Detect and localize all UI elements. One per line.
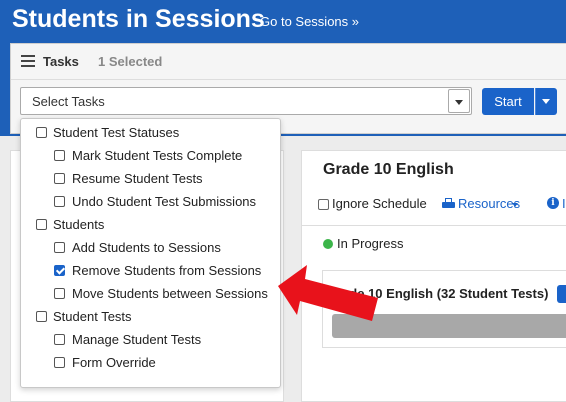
option-checkbox-manage-student-tests[interactable] xyxy=(54,334,65,345)
tasks-title: Tasks xyxy=(43,54,79,69)
option-checkbox-resume-student-tests[interactable] xyxy=(54,173,65,184)
option-move-students-between-sessions[interactable]: Move Students between Sessions xyxy=(72,286,268,301)
group-checkbox-students[interactable] xyxy=(36,219,47,230)
divider xyxy=(301,225,566,226)
list-icon xyxy=(21,55,35,67)
info-circle-icon[interactable]: i xyxy=(547,197,559,209)
printer-icon[interactable] xyxy=(442,198,455,209)
page-title: Students in Sessions xyxy=(12,5,265,33)
select-tasks-placeholder: Select Tasks xyxy=(32,94,105,109)
info-link-text[interactable]: I xyxy=(562,196,566,211)
option-remove-students-from-sessions[interactable]: Remove Students from Sessions xyxy=(72,263,261,278)
annotation-arrow-shape xyxy=(278,265,378,321)
select-tasks-toggle[interactable] xyxy=(448,89,470,113)
chevron-down-icon[interactable] xyxy=(512,203,518,207)
option-mark-student-tests-complete[interactable]: Mark Student Tests Complete xyxy=(72,148,242,163)
start-button[interactable]: Start xyxy=(482,88,534,115)
option-undo-student-test-submissions[interactable]: Undo Student Test Submissions xyxy=(72,194,256,209)
option-resume-student-tests[interactable]: Resume Student Tests xyxy=(72,171,203,186)
group-checkbox-student-test-statuses[interactable] xyxy=(36,127,47,138)
group-checkbox-student-tests[interactable] xyxy=(36,311,47,322)
option-checkbox-add-students-to-sessions[interactable] xyxy=(54,242,65,253)
group-label-students[interactable]: Students xyxy=(53,217,104,232)
status-dot-icon xyxy=(323,239,333,249)
select-tasks-menu: Student Test Statuses Mark Student Tests… xyxy=(20,118,281,388)
resources-link[interactable]: Resources xyxy=(458,196,520,211)
option-checkbox-undo-student-test-submissions[interactable] xyxy=(54,196,65,207)
option-checkbox-move-students-between-sessions[interactable] xyxy=(54,288,65,299)
red-arrow-icon xyxy=(278,265,378,321)
option-checkbox-form-override[interactable] xyxy=(54,357,65,368)
go-to-sessions-link[interactable]: Go to Sessions » xyxy=(260,14,359,29)
chevron-down-icon xyxy=(455,100,463,105)
status-label: In Progress xyxy=(337,236,404,251)
group-label-student-test-statuses[interactable]: Student Test Statuses xyxy=(53,125,179,140)
tasks-selected-count: 1 Selected xyxy=(98,54,163,69)
session-title: Grade 10 English xyxy=(323,161,454,178)
option-checkbox-remove-students-from-sessions[interactable] xyxy=(54,265,65,276)
chevron-down-icon xyxy=(542,99,550,104)
test-card-badge[interactable] xyxy=(557,285,566,303)
group-label-student-tests[interactable]: Student Tests xyxy=(53,309,132,324)
option-checkbox-mark-student-tests-complete[interactable] xyxy=(54,150,65,161)
option-form-override[interactable]: Form Override xyxy=(72,355,156,370)
option-manage-student-tests[interactable]: Manage Student Tests xyxy=(72,332,201,347)
start-options-button[interactable] xyxy=(535,88,557,115)
ignore-schedule-label[interactable]: Ignore Schedule xyxy=(332,196,427,211)
page-header: Students in Sessions Go to Sessions » xyxy=(0,0,566,40)
ignore-schedule-checkbox[interactable] xyxy=(318,199,329,210)
select-tasks-dropdown[interactable]: Select Tasks xyxy=(20,87,472,115)
option-add-students-to-sessions[interactable]: Add Students to Sessions xyxy=(72,240,221,255)
tasks-header: Tasks 1 Selected xyxy=(11,44,566,80)
